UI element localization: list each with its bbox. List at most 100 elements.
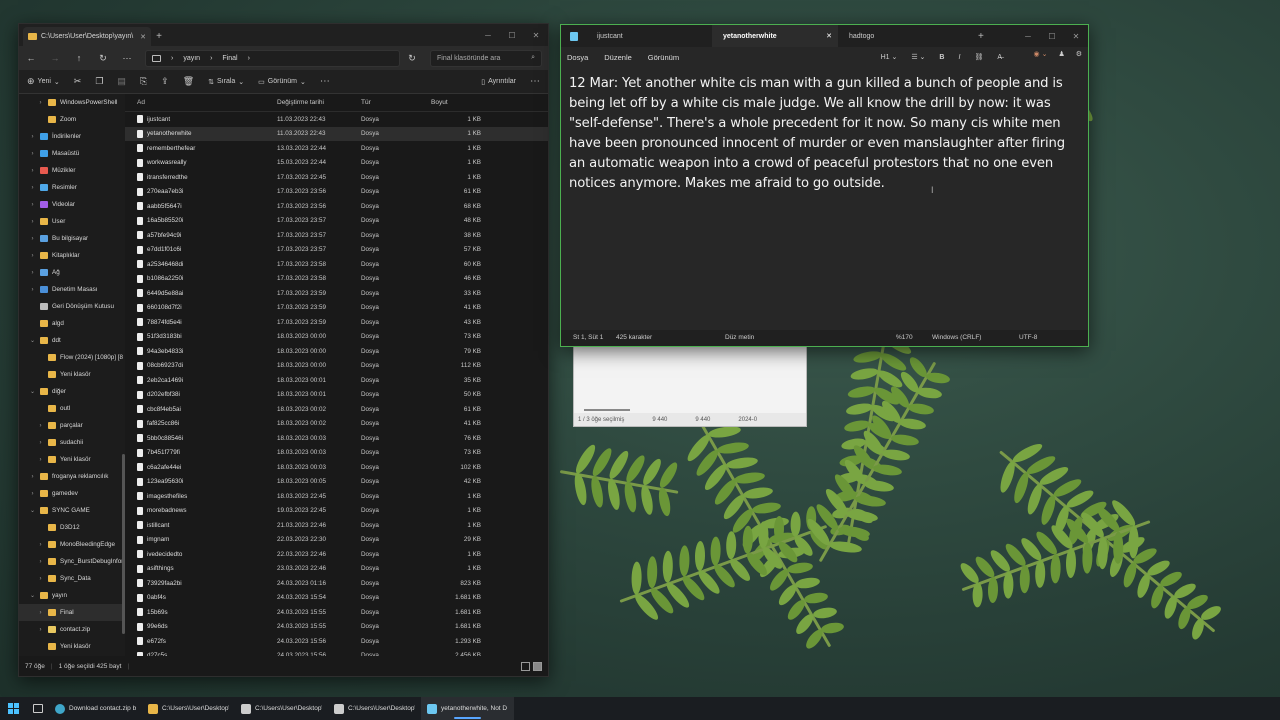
- file-explorer-window[interactable]: C:\Users\User\Desktop\yayın\ ✕ + ─ ☐ ✕ ←…: [18, 23, 549, 677]
- file-row[interactable]: aabb5f5647i 17.03.2023 23:56 Dosya 68 KB: [125, 199, 548, 214]
- heading-button[interactable]: H1 ⌄: [881, 53, 898, 61]
- file-row[interactable]: asifthings 23.03.2023 22:46 Dosya 1 KB: [125, 562, 548, 577]
- bold-icon[interactable]: B: [939, 54, 944, 61]
- account-icon[interactable]: ♟: [1058, 50, 1064, 58]
- file-row[interactable]: istillcant 21.03.2023 22:46 Dosya 1 KB: [125, 518, 548, 533]
- forward-arrow-icon[interactable]: →: [49, 53, 61, 63]
- nav-item[interactable]: › Ağ: [19, 264, 125, 281]
- back-arrow-icon[interactable]: ←: [25, 53, 37, 63]
- chevron-right-icon[interactable]: ›: [37, 627, 44, 633]
- nav-item[interactable]: › MonoBleedingEdge: [19, 536, 125, 553]
- nav-item[interactable]: › İndirilenler: [19, 128, 125, 145]
- see-more-icon[interactable]: ⋯: [320, 76, 330, 87]
- file-row[interactable]: rememberthefear 13.03.2023 22:44 Dosya 1 KB: [125, 141, 548, 156]
- chevron-right-icon[interactable]: ›: [37, 610, 44, 616]
- nav-item[interactable]: Flow (2024) [1080p] [8: [19, 349, 125, 366]
- file-row[interactable]: e7dd1f01c6i 17.03.2023 23:57 Dosya 57 KB: [125, 243, 548, 258]
- file-row[interactable]: ijustcant 11.03.2023 22:43 Dosya 1 KB: [125, 112, 548, 127]
- file-row[interactable]: itransferredthe 17.03.2023 22:45 Dosya 1 KB: [125, 170, 548, 185]
- chevron-right-icon[interactable]: ›: [29, 236, 36, 242]
- column-name[interactable]: Ad: [125, 99, 277, 106]
- encoding[interactable]: UTF-8: [1019, 334, 1037, 341]
- file-row[interactable]: 51f3d3183bi 18.03.2023 00:00 Dosya 73 KB: [125, 330, 548, 345]
- nav-item[interactable]: ⌄ SYNC GAME: [19, 502, 125, 519]
- file-row[interactable]: 123ea95630i 18.03.2023 00:05 Dosya 42 KB: [125, 475, 548, 490]
- file-row[interactable]: ivedecidedto 22.03.2023 22:46 Dosya 1 KB: [125, 547, 548, 562]
- file-row[interactable]: workwasreally 15.03.2023 22:44 Dosya 1 KB: [125, 156, 548, 171]
- file-row[interactable]: 2eb2ca1469i 18.03.2023 00:01 Dosya 35 KB: [125, 373, 548, 388]
- tiles-view-icon[interactable]: [533, 661, 542, 671]
- file-row[interactable]: 5bb0c88546i 18.03.2023 00:03 Dosya 76 KB: [125, 431, 548, 446]
- clear-format-icon[interactable]: A̶: [997, 54, 1002, 61]
- horizontal-scrollbar[interactable]: [584, 409, 630, 411]
- file-row[interactable]: e672fs 24.03.2023 15:56 Dosya 1.293 KB: [125, 634, 548, 649]
- task-view-button[interactable]: [27, 697, 49, 720]
- file-row[interactable]: 270eaa7eb3i 17.03.2023 23:56 Dosya 61 KB: [125, 185, 548, 200]
- maximize-button[interactable]: ☐: [500, 31, 524, 40]
- nav-item[interactable]: › Sync_Data: [19, 570, 125, 587]
- new-button[interactable]: ⊕ Yeni ⌄: [27, 76, 60, 87]
- file-row[interactable]: imagesthefiles 18.03.2023 22:45 Dosya 1 KB: [125, 489, 548, 504]
- chevron-right-icon[interactable]: ›: [29, 151, 36, 157]
- new-tab-button[interactable]: +: [978, 31, 984, 42]
- breadcrumb-final[interactable]: Final: [222, 55, 237, 62]
- nav-item[interactable]: › contact.zip: [19, 621, 125, 638]
- column-date[interactable]: Değiştirme tarihi: [277, 99, 361, 106]
- zoom-level[interactable]: %170: [896, 334, 913, 341]
- file-row[interactable]: imgnam 22.03.2023 22:30 Dosya 29 KB: [125, 533, 548, 548]
- italic-icon[interactable]: I: [958, 54, 960, 61]
- navigation-pane[interactable]: › WindowsPowerShell Zoom › İndirilenler › Masa…: [19, 94, 125, 656]
- nav-item[interactable]: › gamedev: [19, 485, 125, 502]
- chevron-right-icon[interactable]: ›: [29, 219, 36, 225]
- notepad-window[interactable]: ijustcant yetanotherwhite ✕ hadtogo + ─ ☐…: [560, 24, 1089, 347]
- chevron-right-icon[interactable]: ›: [37, 100, 44, 106]
- close-icon[interactable]: ✕: [826, 32, 832, 40]
- chevron-right-icon[interactable]: ›: [29, 253, 36, 259]
- close-window-button[interactable]: ✕: [524, 31, 548, 40]
- address-bar[interactable]: › yayın › Final ›: [145, 49, 400, 67]
- rename-icon[interactable]: ⎘: [140, 76, 147, 87]
- more-icon[interactable]: ⋯: [121, 53, 133, 64]
- nav-item[interactable]: › Müzikler: [19, 162, 125, 179]
- nav-item[interactable]: algd: [19, 315, 125, 332]
- nav-item[interactable]: ⌄ yayın: [19, 587, 125, 604]
- menu-edit[interactable]: Düzenle: [604, 53, 632, 62]
- taskbar-item[interactable]: C:\Users\User\Desktop\: [235, 697, 328, 720]
- file-row[interactable]: d27c5s 24.03.2023 15:56 Dosya 2.456 KB: [125, 649, 548, 656]
- file-row[interactable]: 7b451f779fi 18.03.2023 00:03 Dosya 73 KB: [125, 446, 548, 461]
- menu-view[interactable]: Görünüm: [648, 53, 679, 62]
- chevron-right-icon[interactable]: ›: [29, 270, 36, 276]
- chevron-right-icon[interactable]: ›: [29, 474, 36, 480]
- copy-icon[interactable]: ❐: [95, 76, 103, 87]
- chevron-right-icon[interactable]: ›: [37, 440, 44, 446]
- file-list[interactable]: Ad Değiştirme tarihi Tür Boyut ijustcant…: [125, 94, 548, 656]
- delete-icon[interactable]: 🗑: [183, 76, 194, 87]
- nav-item[interactable]: Zoom: [19, 111, 125, 128]
- nav-item[interactable]: › Sync_BurstDebugInforr: [19, 553, 125, 570]
- file-row[interactable]: 94a3eb4833i 18.03.2023 00:00 Dosya 79 KB: [125, 344, 548, 359]
- copilot-icon[interactable]: ◉ ⌄: [1034, 50, 1048, 58]
- refresh-icon[interactable]: ↻: [406, 53, 418, 64]
- nav-item[interactable]: › Denetim Masası: [19, 281, 125, 298]
- taskbar-item[interactable]: yetanotherwhite, Not D: [421, 697, 514, 720]
- chevron-right-icon[interactable]: ›: [29, 134, 36, 140]
- view-button[interactable]: ▭ Görünüm ⌄: [258, 78, 306, 86]
- file-row[interactable]: 78874fd5e4i 17.03.2023 23:59 Dosya 43 KB: [125, 315, 548, 330]
- nav-item[interactable]: › sudachii: [19, 434, 125, 451]
- search-input[interactable]: Final klasöründe ara ⌕: [430, 49, 542, 67]
- file-row[interactable]: 16a5b85520i 17.03.2023 23:57 Dosya 48 KB: [125, 214, 548, 229]
- file-row[interactable]: a25346468di 17.03.2023 23:58 Dosya 60 KB: [125, 257, 548, 272]
- nav-item[interactable]: › Yeni klasör: [19, 451, 125, 468]
- notepad-tab-yetanotherwhite[interactable]: yetanotherwhite ✕: [712, 25, 838, 47]
- nav-item[interactable]: › Masaüstü: [19, 145, 125, 162]
- chevron-down-icon[interactable]: ⌄: [29, 592, 36, 599]
- nav-item[interactable]: D3D12: [19, 519, 125, 536]
- breadcrumb-yayin[interactable]: yayın: [183, 55, 200, 62]
- chevron-right-icon[interactable]: ›: [37, 559, 44, 565]
- close-window-button[interactable]: ✕: [1064, 32, 1088, 41]
- taskbar-item[interactable]: C:\Users\User\Desktop\: [142, 697, 235, 720]
- chevron-right-icon[interactable]: ›: [37, 457, 44, 463]
- chevron-down-icon[interactable]: ⌄: [29, 337, 36, 344]
- close-icon[interactable]: ✕: [140, 33, 146, 41]
- nav-item[interactable]: › User: [19, 213, 125, 230]
